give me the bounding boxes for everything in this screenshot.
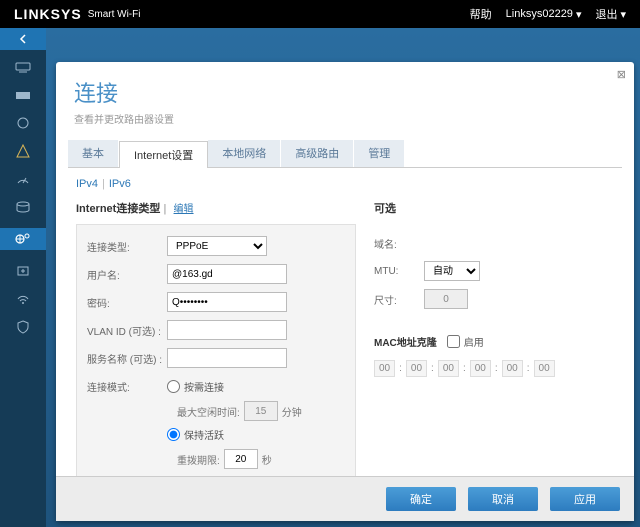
sidebar-item-wireless[interactable] [14,292,32,306]
service-input[interactable] [167,348,287,368]
label-pass: 密码: [87,295,167,310]
mac-clone-label: MAC地址克隆 [374,334,437,349]
size-input[interactable] [424,289,468,309]
sidebar-item-connectivity[interactable] [0,228,46,250]
edit-link[interactable]: 编辑 [174,204,194,215]
idle-time-input[interactable] [244,401,278,421]
sidebar-item-device[interactable] [14,60,32,74]
sidebar-item-priority[interactable] [14,144,32,158]
brand-logo: LINKSYS [14,6,82,22]
sidebar-item-speed[interactable] [14,172,32,186]
ip-subtabs: IPv4|IPv6 [76,178,614,190]
label-mode: 连接模式: [87,379,167,394]
tab-advanced[interactable]: 高级路由 [281,140,354,167]
account-menu[interactable]: Linksys02229 ▾ [506,8,582,21]
page-title: 连接 [74,76,616,108]
tab-internet[interactable]: Internet设置 [119,141,208,168]
tab-bar: 基本 Internet设置 本地网络 高级路由 管理 [68,140,622,167]
connection-form: 连接类型: PPPoE 用户名: 密码: VLAN ID (可选) : 服务名称… [76,224,356,476]
subtab-ipv6[interactable]: IPv6 [109,178,131,190]
subtab-ipv4[interactable]: IPv4 [76,178,98,190]
chevron-down-icon: ▾ [620,8,626,21]
tab-admin[interactable]: 管理 [354,140,405,167]
username-input[interactable] [167,264,287,284]
vlan-input[interactable] [167,320,287,340]
stage: ⊠ 连接 查看并更改路由器设置 基本 Internet设置 本地网络 高级路由 … [46,28,640,527]
chevron-down-icon: ▾ [576,8,582,21]
sidebar-item-security[interactable] [14,320,32,334]
radio-keep-alive[interactable] [167,428,180,441]
radio-on-demand[interactable] [167,380,180,393]
brand-sub: Smart Wi-Fi [88,9,141,20]
top-bar: LINKSYS Smart Wi-Fi 帮助 Linksys02229 ▾ 退出… [0,0,640,28]
logout-link[interactable]: 退出 ▾ [595,6,626,22]
modal-footer: 确定 取消 应用 [56,476,634,521]
ok-button[interactable]: 确定 [386,487,456,511]
label-user: 用户名: [87,267,167,282]
mac-enable-checkbox[interactable] [447,335,460,348]
panel: IPv4|IPv6 Internet连接类型 | 编辑 连接类型: PPPoE … [68,167,622,476]
mac-address-row: 00: 00: 00: 00: 00: 00 [374,360,614,377]
sidebar-item-parental[interactable] [14,116,32,130]
redial-row: 重拨期限: 秒 [177,449,345,469]
label-domain: 域名: [374,236,424,251]
sidebar-collapse[interactable] [0,28,46,50]
chevron-left-icon [18,34,28,44]
label-size: 尺寸: [374,292,424,307]
label-type: 连接类型: [87,239,167,254]
apply-button[interactable]: 应用 [550,487,620,511]
section-optional: 可选 [374,200,614,216]
cancel-button[interactable]: 取消 [468,487,538,511]
section-connection-type: Internet连接类型 | 编辑 [76,200,356,216]
mac-enable-text: 启用 [464,334,484,349]
sidebar-item-troubleshoot[interactable] [14,264,32,278]
mtu-select[interactable]: 自动 [424,261,480,281]
password-input[interactable] [167,292,287,312]
idle-row: 最大空闲时间: 分钟 [177,401,345,421]
sidebar-item-guest[interactable] [14,88,32,102]
redial-input[interactable] [224,449,258,469]
sidebar [0,50,46,527]
tab-basic[interactable]: 基本 [68,140,119,167]
sidebar-item-storage[interactable] [14,200,32,214]
label-mtu: MTU: [374,266,424,277]
connection-type-select[interactable]: PPPoE [167,236,267,256]
label-service: 服务名称 (可选) : [87,351,167,366]
page-subtitle: 查看并更改路由器设置 [74,111,616,126]
tab-local[interactable]: 本地网络 [208,140,281,167]
settings-modal: ⊠ 连接 查看并更改路由器设置 基本 Internet设置 本地网络 高级路由 … [56,62,634,521]
close-icon[interactable]: ⊠ [617,68,626,81]
help-link[interactable]: 帮助 [470,6,492,22]
label-vlan: VLAN ID (可选) : [87,323,167,338]
